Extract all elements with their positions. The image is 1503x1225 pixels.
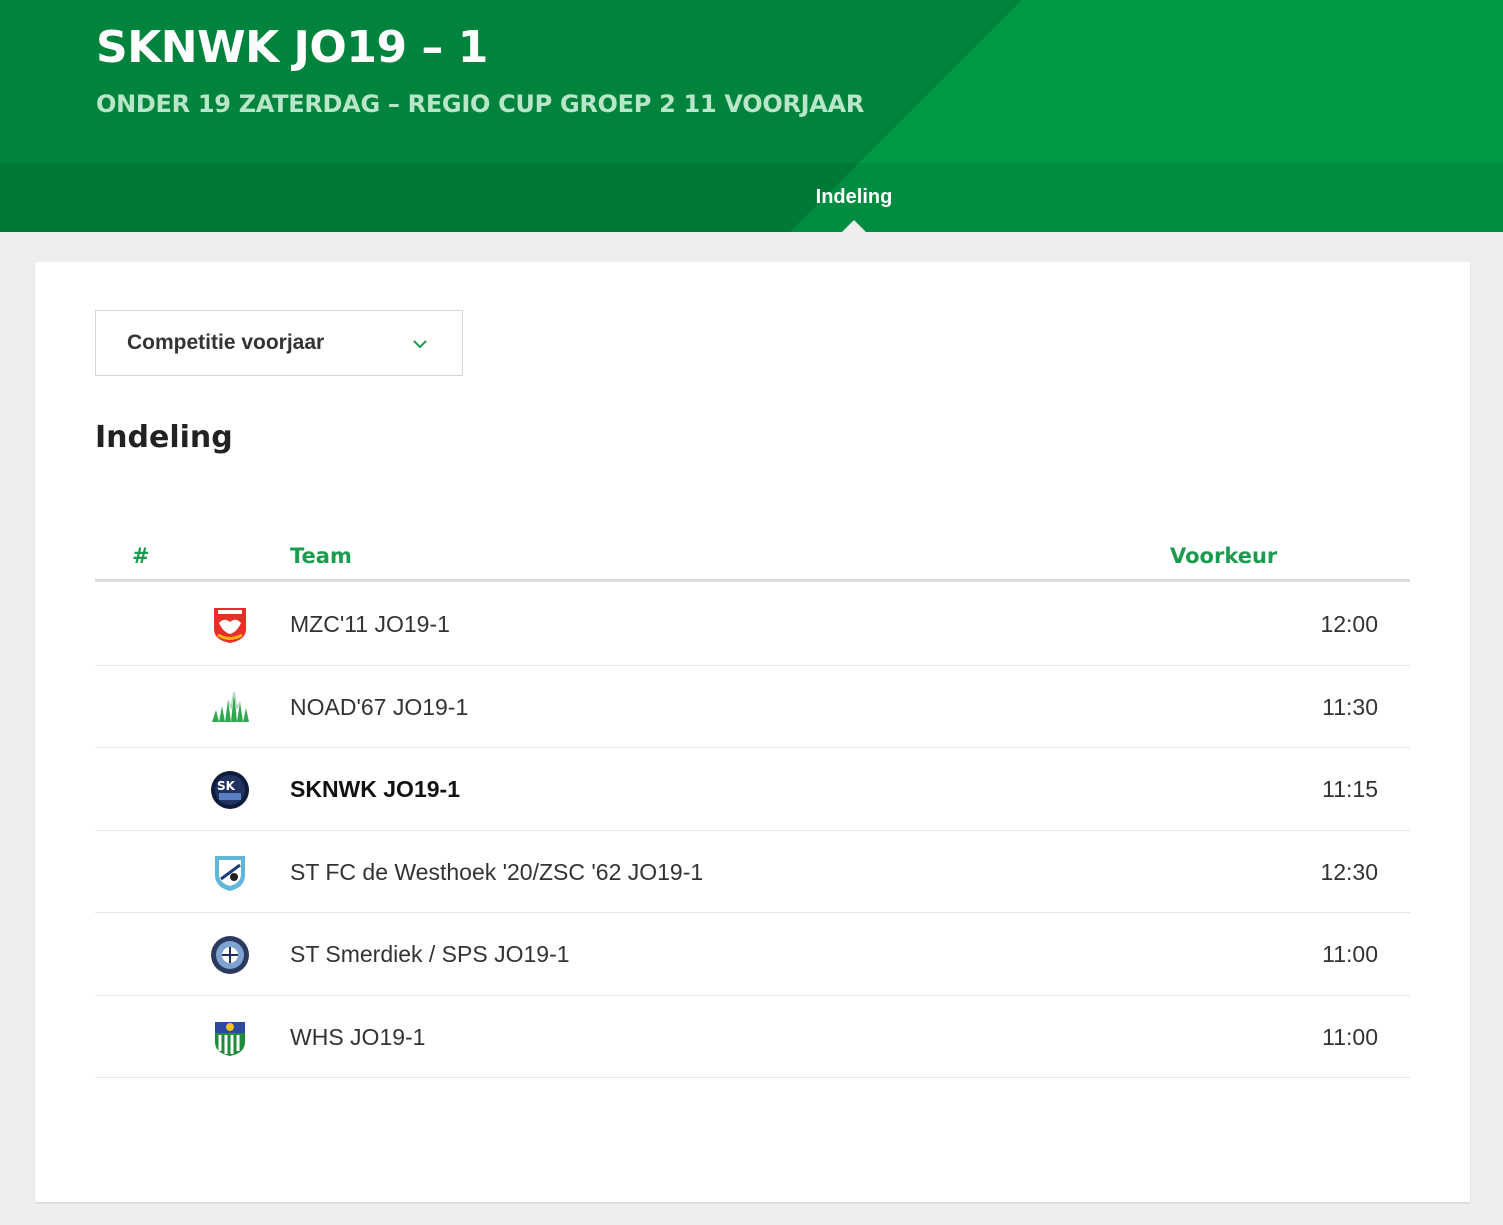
team-name: ST Smerdiek / SPS JO19-1: [290, 941, 570, 967]
team-name: NOAD'67 JO19-1: [290, 693, 469, 720]
table-row[interactable]: WHS JO19-1 11:00: [95, 996, 1410, 1078]
header-tab-bar: [0, 163, 1503, 232]
active-tab-indicator: [842, 220, 866, 232]
svg-text:SK: SK: [217, 779, 236, 793]
smerdiek-logo-icon: [211, 936, 249, 974]
competition-select[interactable]: Competitie voorjaar: [95, 310, 463, 376]
preference-time: 12:00: [1320, 611, 1378, 637]
team-name: SKNWK JO19-1: [290, 776, 460, 802]
sknwk-logo-icon: SK: [211, 771, 249, 809]
page-title: SKNWK JO19 – 1: [96, 22, 488, 73]
whs-logo-icon: [215, 1021, 245, 1056]
noad67-logo-icon: [210, 687, 250, 728]
table-row[interactable]: NOAD'67 JO19-1 11:30: [95, 666, 1410, 748]
column-header-team: Team: [290, 544, 352, 568]
table-header: # Team Voorkeur: [95, 534, 1410, 582]
westhoek-logo-icon: [215, 855, 245, 891]
mzc11-logo-icon: [214, 608, 246, 643]
table-row[interactable]: ST FC de Westhoek '20/ZSC '62 JO19-1 12:…: [95, 831, 1410, 913]
page-subtitle: ONDER 19 ZATERDAG – REGIO CUP GROEP 2 11…: [96, 90, 864, 118]
competition-select-value: Competitie voorjaar: [127, 331, 325, 354]
preference-time: 11:00: [1322, 941, 1378, 967]
table-row[interactable]: SK SKNWK JO19-1 11:15: [95, 748, 1410, 831]
column-header-number: #: [132, 544, 150, 568]
preference-time: 11:30: [1322, 693, 1378, 720]
team-name: ST FC de Westhoek '20/ZSC '62 JO19-1: [290, 858, 704, 885]
page-header: SKNWK JO19 – 1 ONDER 19 ZATERDAG – REGIO…: [0, 0, 1503, 232]
table-row[interactable]: ST Smerdiek / SPS JO19-1 11:00: [95, 913, 1410, 996]
table-row[interactable]: MZC'11 JO19-1 12:00: [95, 583, 1410, 666]
preference-time: 11:00: [1322, 1023, 1378, 1050]
column-header-preference: Voorkeur: [1170, 544, 1278, 568]
preference-time: 12:30: [1320, 858, 1378, 885]
content-card: Competitie voorjaar Indeling # Team Voor…: [35, 262, 1470, 1202]
team-name: MZC'11 JO19-1: [290, 611, 450, 637]
team-list: MZC'11 JO19-1 12:00 NOAD'67 JO19-1 11:30…: [95, 583, 1410, 1078]
chevron-down-icon: [413, 340, 427, 349]
team-name: WHS JO19-1: [290, 1023, 426, 1050]
preference-time: 11:15: [1322, 776, 1378, 802]
section-title: Indeling: [95, 420, 233, 455]
